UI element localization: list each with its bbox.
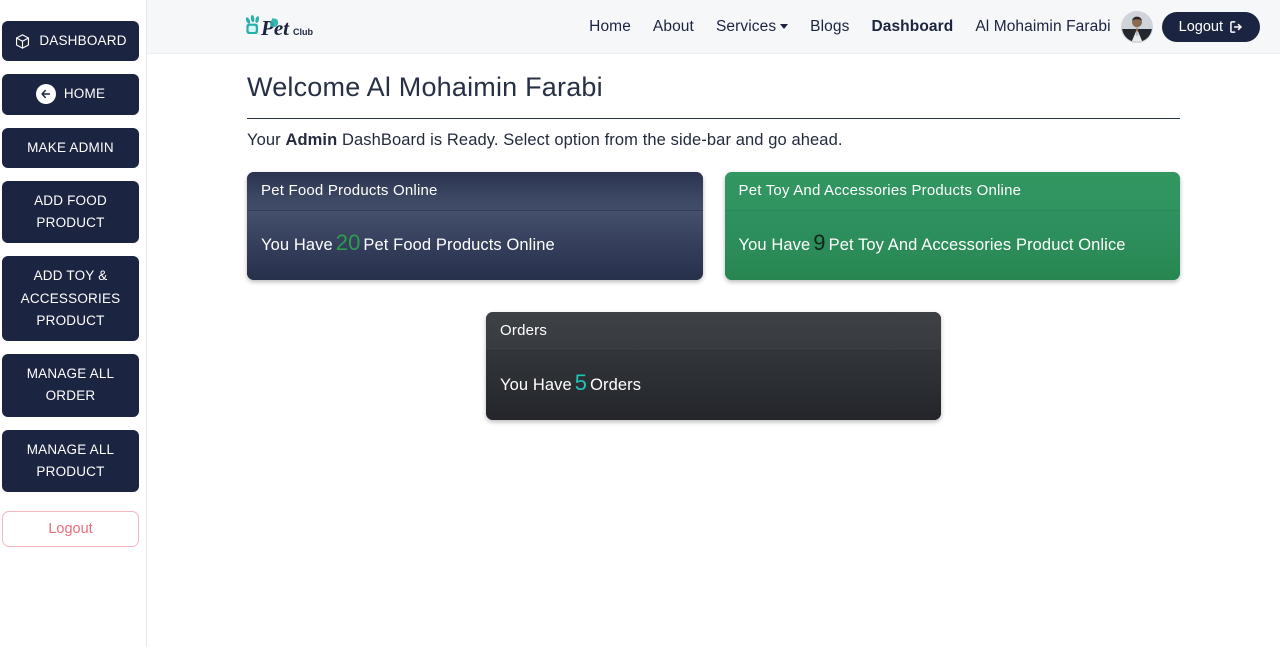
nav-link-dashboard[interactable]: Dashboard [860,18,964,36]
sidebar-logout-button[interactable]: Logout [2,511,139,548]
orders-card-row: Orders You Have 5 Orders [247,312,1180,420]
nav-link-home[interactable]: Home [578,18,642,36]
card-count: 20 [335,230,361,255]
nav-link-services[interactable]: Services [705,18,799,36]
navbar-links: Home About Services Blogs Dashboard Al M… [578,10,1260,43]
sidebar-item-manage-all-order[interactable]: MANAGE ALL ORDER [2,354,139,417]
arrow-left-circle-icon [35,84,56,105]
sign-out-icon [1230,20,1242,33]
subtitle-post: DashBoard is Ready. Select option from t… [337,131,843,149]
card-pet-food-products[interactable]: Pet Food Products Online You Have 20 Pet F… [247,172,703,280]
card-text-pre: You Have [738,236,811,254]
subtitle-role: Admin [285,131,338,149]
dashboard-app: DASHBOARD HOME MAKE ADMIN ADD FOOD PRODU… [0,0,1280,647]
card-body: You Have 20 Pet Food Products Online [247,211,703,280]
main-pane: Pet Club Home About Services Blogs Dashb… [147,0,1280,647]
nav-link-blogs[interactable]: Blogs [799,18,860,36]
page-title: Welcome Al Mohaimin Farabi [247,72,1180,119]
card-text-pre: You Have [500,376,572,394]
sidebar-item-label: DASHBOARD [39,33,127,48]
navbar-user-name[interactable]: Al Mohaimin Farabi [964,18,1118,36]
card-text-post: Orders [590,376,642,394]
card-count: 5 [574,370,588,395]
sidebar-item-label: ADD TOY & ACCESSORIES PRODUCT [20,268,121,328]
sidebar-item-label: MAKE ADMIN [27,139,114,155]
navbar-logout-button[interactable]: Logout [1161,11,1260,42]
sidebar-item-label: HOME [63,86,106,102]
dashboard-content: Welcome Al Mohaimin Farabi Your Admin Da… [147,54,1280,647]
sidebar-item-label: MANAGE ALL PRODUCT [26,441,115,479]
sidebar-item-dashboard[interactable]: DASHBOARD [2,21,139,62]
card-text-pre: You Have [261,236,333,254]
sidebar-item-add-toy-accessories-product[interactable]: ADD TOY & ACCESSORIES PRODUCT [2,256,139,342]
sidebar-item-add-food-product[interactable]: ADD FOOD PRODUCT [2,180,139,244]
navbar-logout-label: Logout [1178,18,1223,35]
card-header: Pet Food Products Online [247,172,703,211]
brand-logo[interactable]: Pet Club [241,12,315,42]
dashboard-subtitle: Your Admin DashBoard is Ready. Select op… [247,131,1180,150]
nav-link-about[interactable]: About [642,18,705,36]
card-body: You Have 5 Orders [486,351,941,420]
sidebar-item-label: MANAGE ALL ORDER [26,366,115,404]
nav-link-services-label: Services [715,17,777,35]
card-text-post: Pet Toy And Accessories Product Onlice [828,236,1126,254]
subtitle-pre: Your [247,131,286,149]
svg-text:Club: Club [293,27,313,37]
card-header: Orders [486,312,941,351]
top-navbar: Pet Club Home About Services Blogs Dashb… [147,0,1280,54]
card-pet-toy-accessories-products[interactable]: Pet Toy And Accessories Products Online … [724,172,1180,280]
sidebar-item-manage-all-product[interactable]: MANAGE ALL PRODUCT [2,429,139,493]
card-body: You Have 9 Pet Toy And Accessories Product… [724,211,1180,280]
user-avatar-icon [1121,11,1152,42]
avatar[interactable] [1120,10,1153,43]
sidebar-item-label: ADD FOOD PRODUCT [34,192,107,231]
cube-icon [14,33,31,50]
chevron-down-icon [780,23,789,29]
sidebar-item-home[interactable]: HOME [2,74,139,115]
card-count: 9 [813,230,826,255]
sidebar: DASHBOARD HOME MAKE ADMIN ADD FOOD PRODU… [0,0,147,647]
stat-card-row: Pet Food Products Online You Have 20 Pet F… [247,172,1180,280]
card-orders[interactable]: Orders You Have 5 Orders [486,312,941,420]
sidebar-item-make-admin[interactable]: MAKE ADMIN [2,127,139,168]
card-header: Pet Toy And Accessories Products Online [724,172,1180,211]
card-text-post: Pet Food Products Online [363,236,555,254]
pet-club-logo-icon: Pet Club [245,14,313,40]
